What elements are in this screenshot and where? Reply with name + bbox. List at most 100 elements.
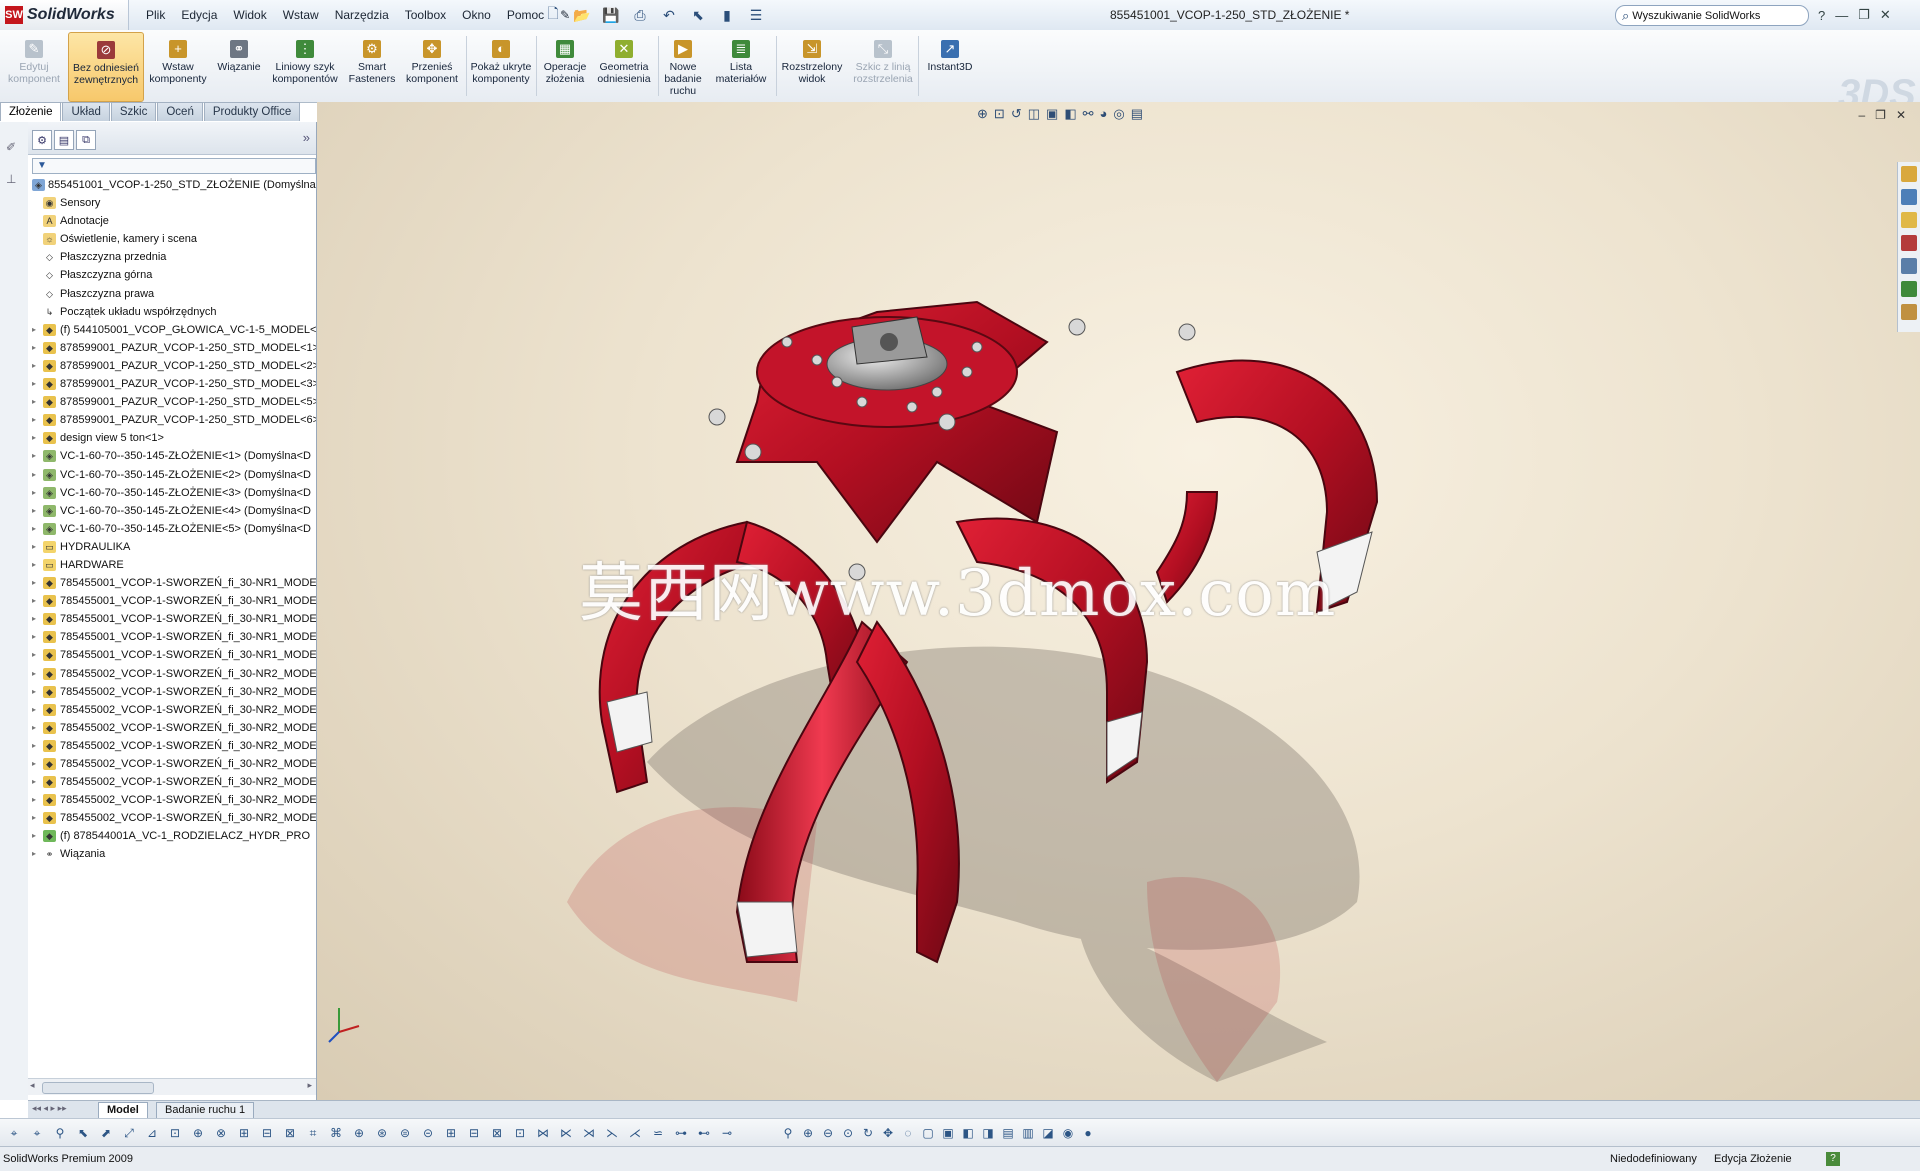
- reference-geometry-button[interactable]: ✕ Geometria odniesienia: [594, 32, 654, 100]
- menu-toolbox[interactable]: Toolbox: [397, 0, 454, 30]
- toolbar-tool-icon[interactable]: ⋈: [535, 1125, 551, 1141]
- tree-filter[interactable]: ▼: [32, 158, 316, 174]
- edit-component-button[interactable]: ✎ Edytuj komponent: [4, 32, 64, 100]
- app-logo[interactable]: SW SolidWorks: [0, 0, 129, 30]
- view-tool-icon[interactable]: ◨: [980, 1125, 996, 1141]
- panel-scrollbar[interactable]: ◂ ▸: [28, 1078, 316, 1095]
- tree-item[interactable]: ☼ Oświetlenie, kamery i scena: [30, 230, 316, 248]
- toolbar-tool-icon[interactable]: ⊠: [489, 1125, 505, 1141]
- options-icon[interactable]: ☰: [743, 4, 769, 26]
- tab-uklad[interactable]: Układ: [62, 102, 110, 121]
- new-document-icon[interactable]: 🗋: [540, 4, 566, 26]
- tree-item[interactable]: ▸ ◆ 785455002_VCOP-1-SWORZEŃ_fi_30-NR2_MOD…: [30, 809, 316, 827]
- toolbar-tool-icon[interactable]: ⤢: [121, 1125, 137, 1141]
- expand-arrow-icon[interactable]: ▸: [32, 556, 40, 574]
- tree-item[interactable]: ▸ ◆ 785455002_VCOP-1-SWORZEŃ_fi_30-NR2_MOD…: [30, 791, 316, 809]
- menu-okno[interactable]: Okno: [454, 0, 499, 30]
- tree-item[interactable]: ◉ Sensory: [30, 194, 316, 212]
- toolbar-tool-icon[interactable]: ⊡: [167, 1125, 183, 1141]
- restore-button[interactable]: ❐: [1858, 7, 1870, 23]
- mate-button[interactable]: ⚭ Wiązanie: [214, 32, 264, 100]
- toolbar-tool-icon[interactable]: ⊝: [420, 1125, 436, 1141]
- move-component-button[interactable]: ✥ Przenieś komponent: [402, 32, 462, 100]
- tab-model[interactable]: Model: [98, 1102, 148, 1119]
- toolbar-tool-icon[interactable]: ⊗: [213, 1125, 229, 1141]
- tree-item[interactable]: ▸ ▭ HARDWARE: [30, 556, 316, 574]
- tree-item[interactable]: ▸ ◆ 785455002_VCOP-1-SWORZEŃ_fi_30-NR2_MOD…: [30, 701, 316, 719]
- toolbar-tool-icon[interactable]: ⊡: [512, 1125, 528, 1141]
- tree-item[interactable]: A Adnotacje: [30, 212, 316, 230]
- save-icon[interactable]: 💾: [598, 4, 624, 26]
- tree-item[interactable]: ▸ ◆ 878599001_PAZUR_VCOP-1-250_STD_MODEL<6…: [30, 411, 316, 429]
- toolbar-tool-icon[interactable]: ⊷: [696, 1125, 712, 1141]
- expand-arrow-icon[interactable]: ▸: [32, 827, 40, 845]
- tree-item[interactable]: ▸ ◆ 878599001_PAZUR_VCOP-1-250_STD_MODEL<5…: [30, 393, 316, 411]
- expand-arrow-icon[interactable]: ▸: [32, 411, 40, 429]
- tree-item[interactable]: ↳ Początek układu współrzędnych: [30, 303, 316, 321]
- expand-arrow-icon[interactable]: ▸: [32, 737, 40, 755]
- smart-fasteners-button[interactable]: ⚙ Smart Fasteners: [346, 32, 398, 100]
- tree-item[interactable]: ▸ ◈ VC-1-60-70--350-145-ZŁOŻENIE<5> (Domyś…: [30, 520, 316, 538]
- exploded-view-button[interactable]: ⇲ Rozstrzelony widok: [778, 32, 846, 100]
- search-box[interactable]: ⌕ Wyszukiwanie SolidWorks: [1615, 5, 1809, 26]
- help-button[interactable]: ?: [1818, 8, 1825, 23]
- toolbar-tool-icon[interactable]: ⊸: [719, 1125, 735, 1141]
- menu-widok[interactable]: Widok: [225, 0, 274, 30]
- view-tool-icon[interactable]: ⊙: [840, 1125, 856, 1141]
- toolbar-tool-icon[interactable]: ⊠: [282, 1125, 298, 1141]
- tree-item[interactable]: ▸ ◆ 878599001_PAZUR_VCOP-1-250_STD_MODEL<2…: [30, 357, 316, 375]
- toolbar-tool-icon[interactable]: ⌗: [305, 1125, 321, 1141]
- tree-item[interactable]: ◇ Płaszczyzna prawa: [30, 285, 316, 303]
- expand-arrow-icon[interactable]: ▸: [32, 610, 40, 628]
- expand-arrow-icon[interactable]: ▸: [32, 447, 40, 465]
- graphics-area[interactable]: ⊕ ⊡ ↺ ◫ ▣ ◧ ⚯ ◕ ◎ ▤ – ❐ ✕ 莫西网www.3dmox.c…: [317, 102, 1920, 1100]
- view-tool-icon[interactable]: ↻: [860, 1125, 876, 1141]
- tree-item[interactable]: ▸ ◆ 785455001_VCOP-1-SWORZEŃ_fi_30-NR1_MOD…: [30, 592, 316, 610]
- menu-edycja[interactable]: Edycja: [173, 0, 225, 30]
- expand-arrow-icon[interactable]: ▸: [32, 646, 40, 664]
- expand-arrow-icon[interactable]: ▸: [32, 466, 40, 484]
- tree-item[interactable]: ▸ ◆ 785455002_VCOP-1-SWORZEŃ_fi_30-NR2_MOD…: [30, 719, 316, 737]
- tree-item[interactable]: ▸ ⚭ Wiązania: [30, 845, 316, 863]
- expand-arrow-icon[interactable]: ▸: [32, 773, 40, 791]
- toolbar-tool-icon[interactable]: ⊕: [351, 1125, 367, 1141]
- scrollbar-thumb[interactable]: [42, 1082, 154, 1094]
- expand-arrow-icon[interactable]: ▸: [32, 683, 40, 701]
- tree-root[interactable]: ◈ 855451001_VCOP-1-250_STD_ZŁOŻENIE (Dom…: [30, 176, 316, 194]
- view-tool-icon[interactable]: ▤: [1000, 1125, 1016, 1141]
- expand-arrow-icon[interactable]: ▸: [32, 375, 40, 393]
- menu-narzedzia[interactable]: Narzędzia: [327, 0, 397, 30]
- tree-item[interactable]: ▸ ◆ 785455001_VCOP-1-SWORZEŃ_fi_30-NR1_MOD…: [30, 574, 316, 592]
- tab-zlozenie[interactable]: Złożenie: [0, 102, 62, 121]
- expand-arrow-icon[interactable]: ▸: [32, 321, 40, 339]
- menu-wstaw[interactable]: Wstaw: [275, 0, 327, 30]
- dimension-tool-icon[interactable]: ⊥: [6, 172, 22, 186]
- view-tool-icon[interactable]: ●: [1080, 1125, 1096, 1141]
- expand-arrow-icon[interactable]: ▸: [32, 502, 40, 520]
- print-icon[interactable]: ⎙: [627, 4, 653, 26]
- expand-arrow-icon[interactable]: ▸: [32, 701, 40, 719]
- expand-arrow-icon[interactable]: ▸: [32, 592, 40, 610]
- motion-study-button[interactable]: ▶ Nowe badanie ruchu: [660, 32, 706, 100]
- tab-szkic[interactable]: Szkic: [110, 102, 157, 121]
- toolbar-tool-icon[interactable]: ⚲: [52, 1125, 68, 1141]
- view-tool-icon[interactable]: ◌: [900, 1125, 916, 1141]
- insert-components-button[interactable]: + Wstaw komponenty: [146, 32, 210, 100]
- feature-manager-tab-icon[interactable]: ⚙: [32, 130, 52, 150]
- expand-arrow-icon[interactable]: ▸: [32, 484, 40, 502]
- tree-item[interactable]: ▸ ◆ (f) 544105001_VCOP_GŁOWICA_VC-1-5_MODE…: [30, 321, 316, 339]
- tree-item[interactable]: ▸ ◆ 878599001_PAZUR_VCOP-1-250_STD_MODEL<1…: [30, 339, 316, 357]
- toolbar-tool-icon[interactable]: ⋊: [581, 1125, 597, 1141]
- sketch-tool-icon[interactable]: ✐: [6, 140, 22, 154]
- tree-item[interactable]: ▸ ◆ 785455002_VCOP-1-SWORZEŃ_fi_30-NR2_MOD…: [30, 773, 316, 791]
- toolbar-tool-icon[interactable]: ⌘: [328, 1125, 344, 1141]
- expand-arrow-icon[interactable]: ▸: [32, 520, 40, 538]
- view-tool-icon[interactable]: ⊕: [800, 1125, 816, 1141]
- expand-arrow-icon[interactable]: ▸: [32, 719, 40, 737]
- assembly-features-button[interactable]: ▦ Operacje złożenia: [540, 32, 590, 100]
- property-manager-tab-icon[interactable]: ▤: [54, 130, 74, 150]
- view-tool-icon[interactable]: ▣: [940, 1125, 956, 1141]
- tree-item[interactable]: ▸ ◆ 785455002_VCOP-1-SWORZEŃ_fi_30-NR2_MOD…: [30, 755, 316, 773]
- undo-icon[interactable]: ↶: [656, 4, 682, 26]
- toolbar-tool-icon[interactable]: ⌖: [6, 1125, 22, 1141]
